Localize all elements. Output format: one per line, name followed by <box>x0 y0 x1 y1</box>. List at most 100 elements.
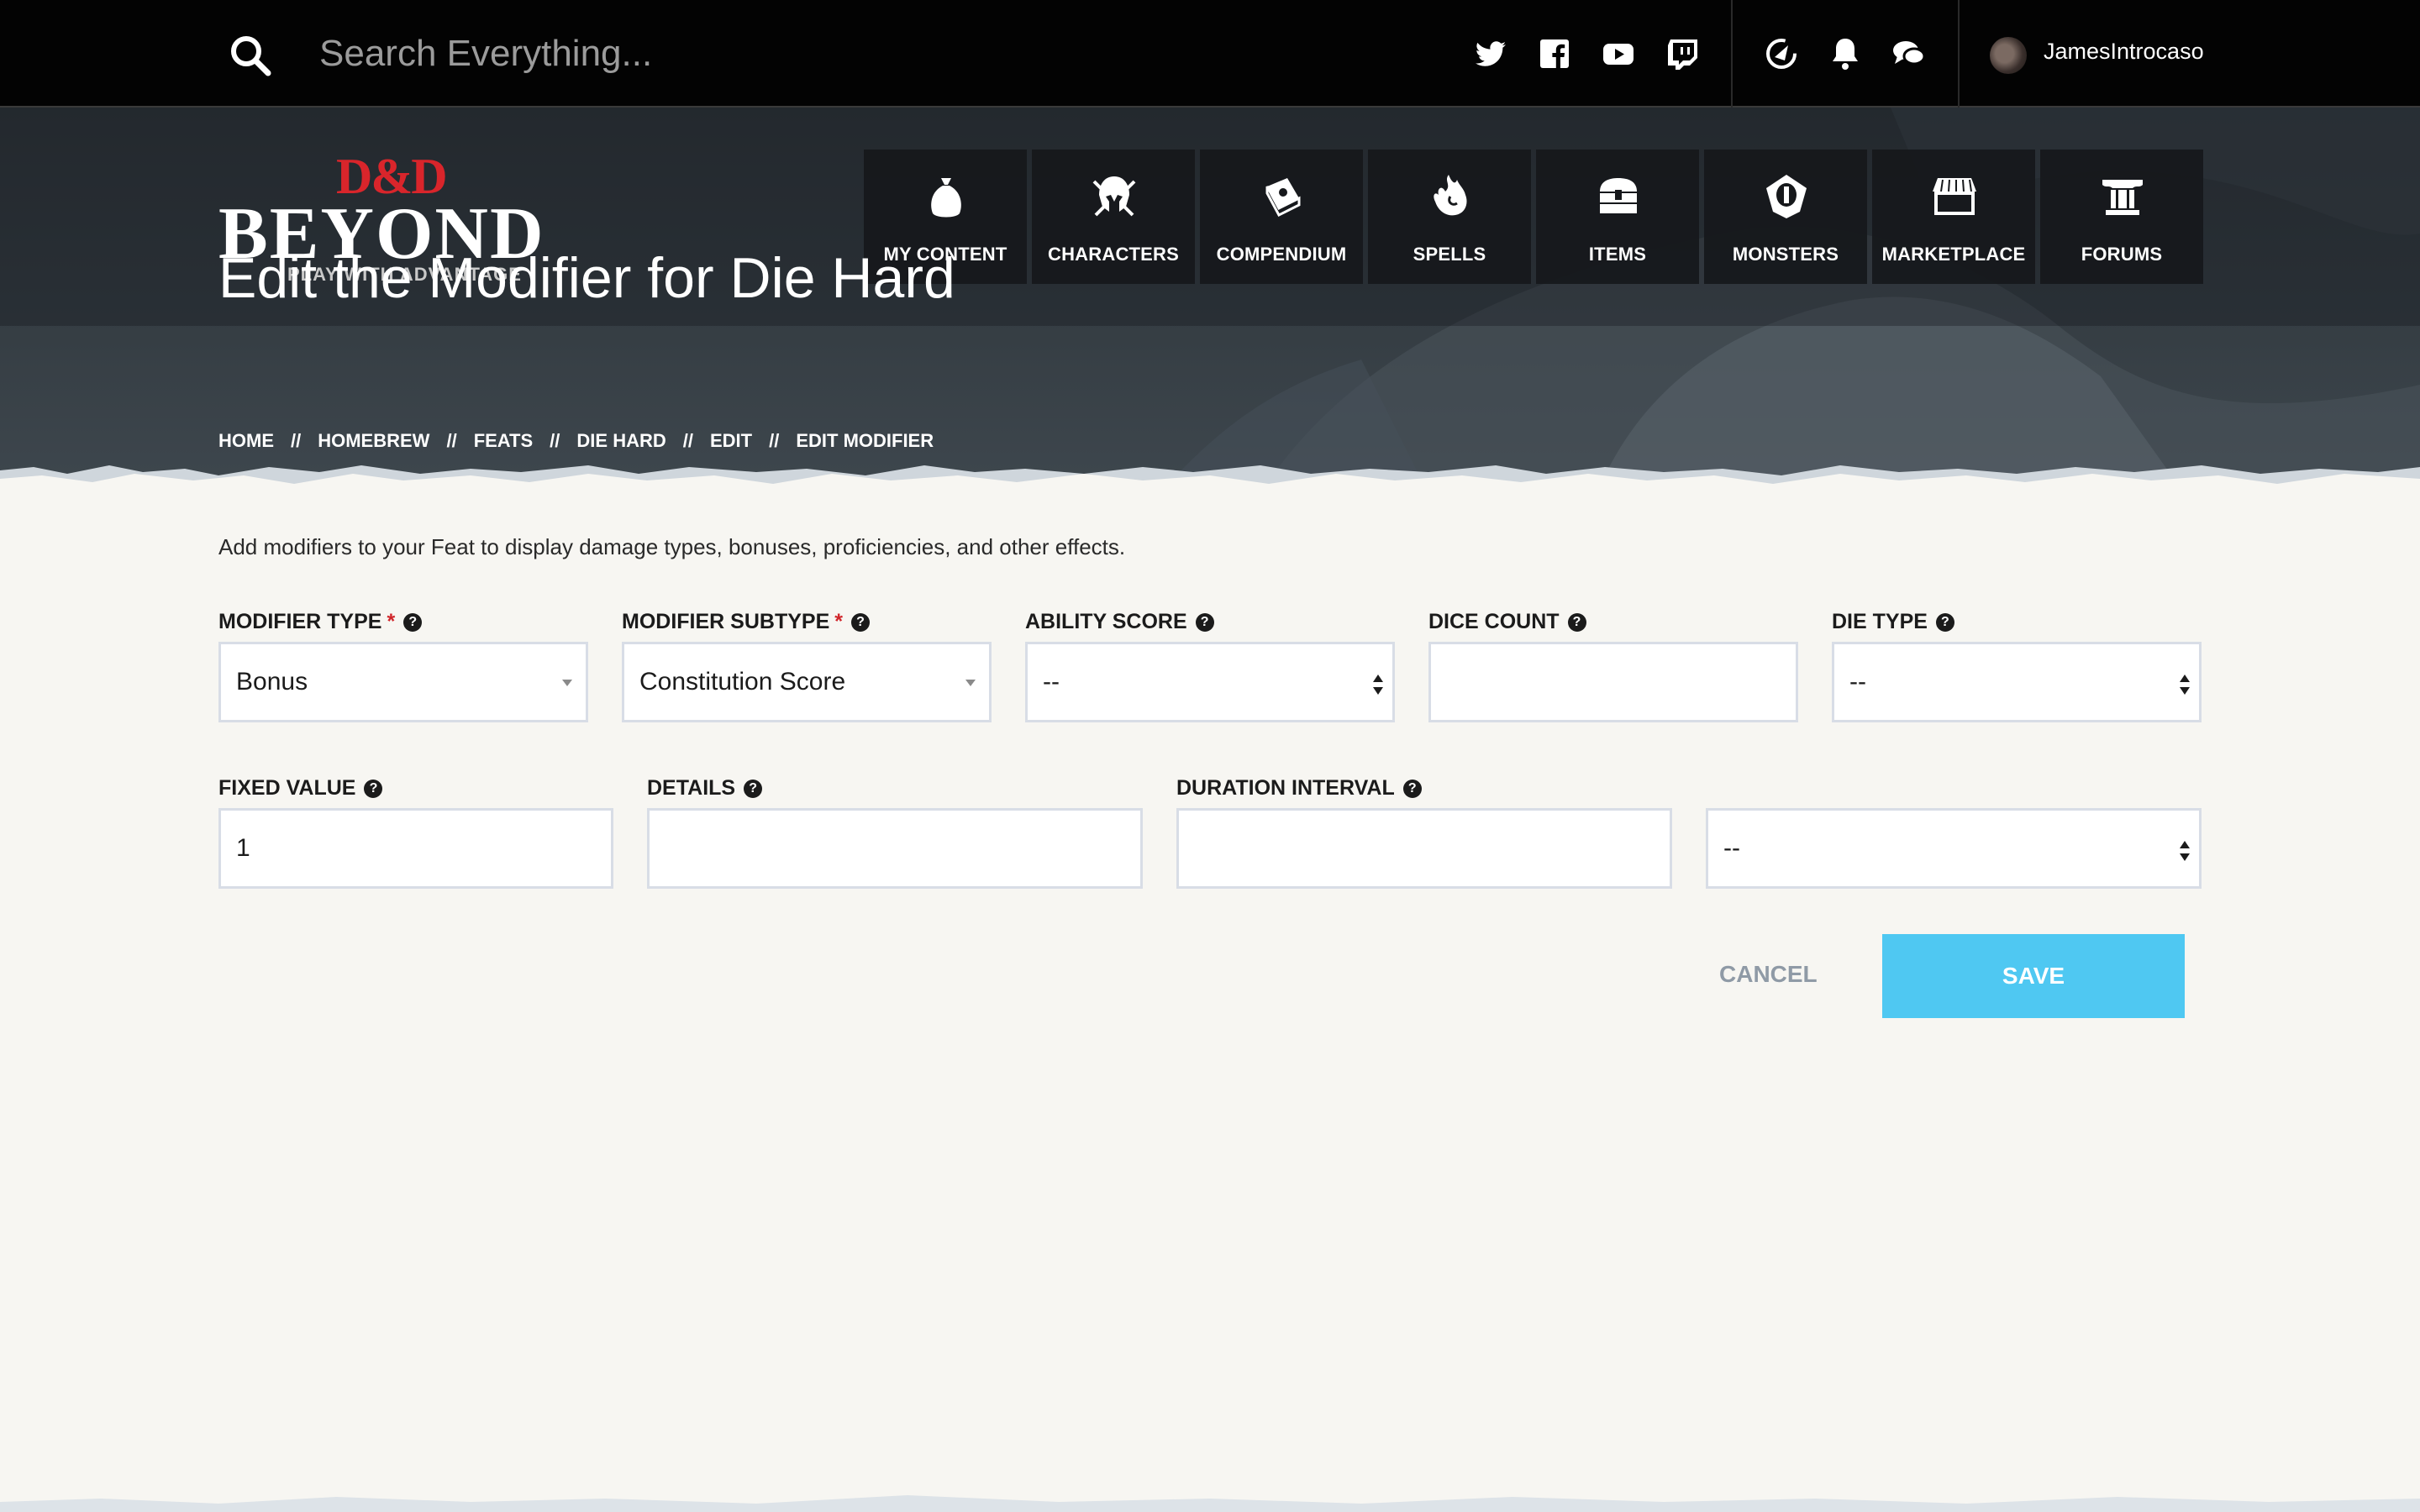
select-value: Bonus <box>236 668 308 696</box>
help-icon[interactable]: ? <box>403 612 423 632</box>
nav-label: COMPENDIUM <box>1216 244 1347 265</box>
required-marker: * <box>834 610 843 633</box>
hero-banner: D&D BEYOND PLAY WITH ADVANTAGE MY CONTEN… <box>0 108 2420 494</box>
quick-actions-icon[interactable] <box>1763 35 1800 72</box>
label-text: MODIFIER SUBTYPE <box>622 610 830 633</box>
select-value: -- <box>1849 668 1866 696</box>
breadcrumb-homebrew[interactable]: HOMEBREW <box>318 430 429 452</box>
label-text: FIXED VALUE <box>218 776 356 800</box>
label-text: DIE TYPE <box>1832 610 1928 633</box>
save-button[interactable]: SAVE <box>1882 934 2185 1018</box>
breadcrumb-home[interactable]: HOME <box>218 430 274 452</box>
username[interactable]: JamesIntrocaso <box>2044 39 2204 65</box>
fixed-value-input[interactable]: 1 <box>218 808 613 889</box>
search-input[interactable] <box>319 24 1076 84</box>
duration-unit-select[interactable]: -- <box>1706 808 2202 889</box>
help-icon[interactable]: ? <box>850 612 870 632</box>
twitch-icon[interactable] <box>1665 37 1699 71</box>
storefront-icon <box>1933 178 1976 215</box>
label-text: DETAILS <box>647 776 736 800</box>
label-text: ABILITY SCORE <box>1025 610 1187 633</box>
helmet-icon <box>1092 176 1136 217</box>
chevron-down-icon <box>965 680 976 686</box>
label-text: DICE COUNT <box>1428 610 1560 633</box>
select-value: Constitution Score <box>639 668 846 696</box>
pillar-icon <box>2102 180 2143 215</box>
intro-text: Add modifiers to your Feat to display da… <box>218 534 1126 559</box>
nav-label: ITEMS <box>1588 244 1647 265</box>
page-title: Edit the Modifier for Die Hard <box>218 246 955 310</box>
breadcrumb-separator: // <box>682 430 693 451</box>
bottom-paper-edge <box>0 1495 2420 1512</box>
breadcrumb-separator: // <box>550 430 560 451</box>
torn-paper-edge <box>0 465 2420 502</box>
duration-interval-label: DURATION INTERVAL ? <box>1176 776 1422 801</box>
modifier-subtype-label: MODIFIER SUBTYPE * ? <box>622 610 870 634</box>
chest-icon <box>1600 178 1637 213</box>
label-text: MODIFIER TYPE <box>218 610 382 633</box>
die-type-select[interactable]: -- <box>1832 642 2202 722</box>
help-icon[interactable]: ? <box>1195 612 1214 632</box>
bag-icon <box>931 178 961 218</box>
notifications-icon[interactable] <box>1827 35 1864 72</box>
nav-compendium[interactable]: COMPENDIUM <box>1200 150 1363 284</box>
facebook-icon[interactable] <box>1538 37 1571 71</box>
twitter-icon[interactable] <box>1474 37 1507 71</box>
duration-interval-input[interactable] <box>1176 808 1672 889</box>
breadcrumb-die-hard[interactable]: DIE HARD <box>576 430 666 452</box>
nav-forums[interactable]: FORUMS <box>2040 150 2203 284</box>
messages-icon[interactable] <box>1891 35 1928 72</box>
nav-label: MONSTERS <box>1732 244 1839 265</box>
modifier-type-select[interactable]: Bonus <box>218 642 588 722</box>
label-text: DURATION INTERVAL <box>1176 776 1395 800</box>
required-marker: * <box>387 610 396 633</box>
topbar-divider <box>1958 0 1960 108</box>
nav-label: SPELLS <box>1413 244 1486 265</box>
breadcrumb-edit[interactable]: EDIT <box>710 430 752 452</box>
nav-label: FORUMS <box>2081 244 2163 265</box>
help-icon[interactable]: ? <box>1935 612 1954 632</box>
topbar-divider <box>1731 0 1733 108</box>
select-value: -- <box>1043 668 1060 696</box>
nav-label: CHARACTERS <box>1048 244 1179 265</box>
ability-score-select[interactable]: -- <box>1025 642 1395 722</box>
help-icon[interactable]: ? <box>1567 612 1586 632</box>
fixed-value-label: FIXED VALUE ? <box>218 776 383 801</box>
details-input[interactable] <box>647 808 1143 889</box>
nav-monsters[interactable]: MONSTERS <box>1704 150 1867 284</box>
breadcrumb-edit-modifier: EDIT MODIFIER <box>796 430 934 451</box>
details-label: DETAILS ? <box>647 776 763 801</box>
breadcrumb-separator: // <box>291 430 302 451</box>
cancel-button[interactable]: CANCEL <box>1714 932 1818 1016</box>
select-arrows-icon <box>1373 675 1383 695</box>
nav-characters[interactable]: CHARACTERS <box>1032 150 1195 284</box>
nav-spells[interactable]: SPELLS <box>1368 150 1531 284</box>
help-icon[interactable]: ? <box>364 779 383 798</box>
eye-shield-icon <box>1766 175 1807 218</box>
breadcrumb-separator: // <box>446 430 457 451</box>
top-bar: JamesIntrocaso <box>0 0 2420 108</box>
modifier-subtype-select[interactable]: Constitution Score <box>622 642 992 722</box>
modifier-type-label: MODIFIER TYPE * ? <box>218 610 423 634</box>
nav-label: MARKETPLACE <box>1881 244 2026 265</box>
dice-count-input[interactable] <box>1428 642 1798 722</box>
help-icon[interactable]: ? <box>744 779 763 798</box>
chevron-down-icon <box>562 680 572 686</box>
input-value: 1 <box>236 834 250 862</box>
avatar[interactable] <box>1990 37 2027 74</box>
youtube-icon[interactable] <box>1602 37 1635 71</box>
select-arrows-icon <box>2180 841 2190 861</box>
nav-marketplace[interactable]: MARKETPLACE <box>1872 150 2035 284</box>
nav-items[interactable]: ITEMS <box>1536 150 1699 284</box>
select-value: -- <box>1723 834 1740 862</box>
flame-hand-icon <box>1434 175 1467 216</box>
breadcrumb-separator: // <box>769 430 780 451</box>
dice-count-label: DICE COUNT ? <box>1428 610 1586 634</box>
ability-score-label: ABILITY SCORE ? <box>1025 610 1214 634</box>
search-icon[interactable] <box>229 34 272 77</box>
breadcrumb: HOME // HOMEBREW // FEATS // DIE HARD // EDIT // E… <box>218 430 934 452</box>
breadcrumb-feats[interactable]: FEATS <box>474 430 533 452</box>
book-icon <box>1265 178 1301 217</box>
help-icon[interactable]: ? <box>1402 779 1422 798</box>
select-arrows-icon <box>2180 675 2190 695</box>
